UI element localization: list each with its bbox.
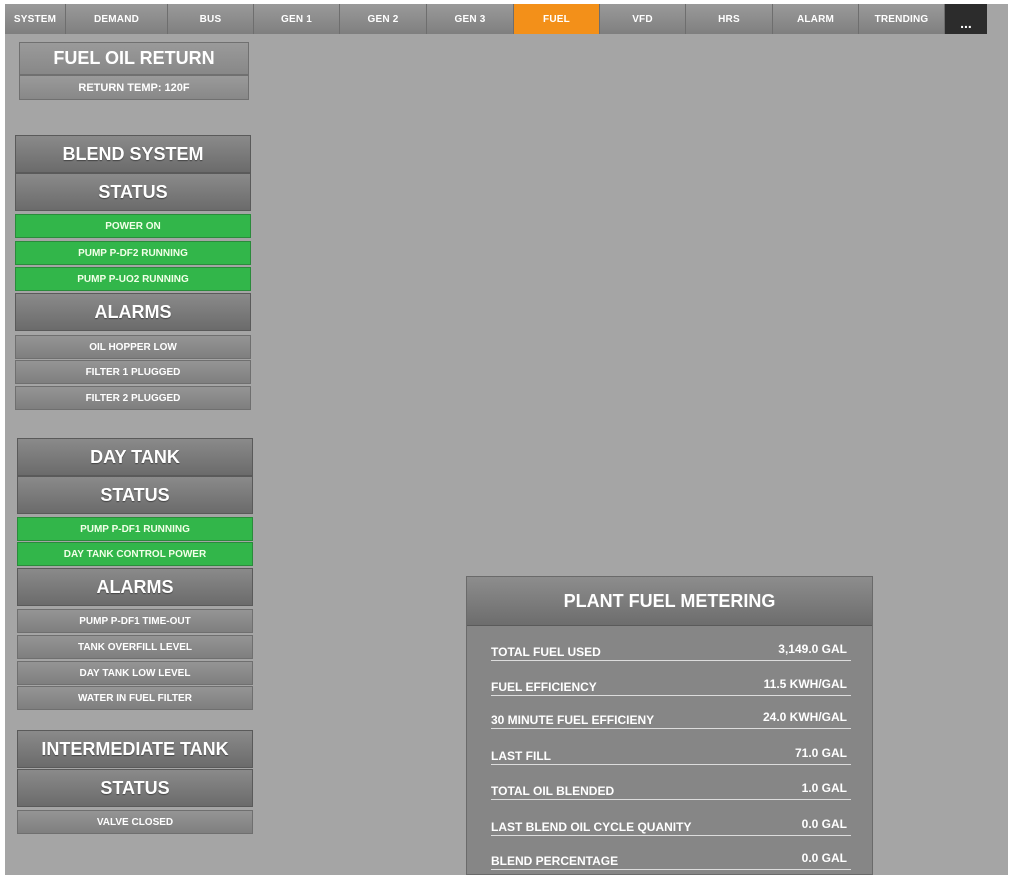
meter-label: TOTAL FUEL USED	[491, 645, 601, 659]
meter-label: TOTAL OIL BLENDED	[491, 784, 615, 798]
meter-row-30-minute-fuel-efficiency: 30 MINUTE FUEL EFFICIENY 24.0 KWH/GAL	[491, 708, 851, 729]
alarm-oil-hopper-low: OIL HOPPER LOW	[15, 335, 251, 359]
tab-gen-1[interactable]: GEN 1	[254, 4, 340, 34]
intermediate-tank-header: INTERMEDIATE TANK	[17, 730, 253, 768]
tab-bus[interactable]: BUS	[168, 4, 254, 34]
meter-value: 1.0 GAL	[801, 781, 847, 795]
tab-fuel[interactable]: FUEL	[514, 4, 600, 34]
more-menu-button[interactable]: ...	[945, 4, 987, 34]
meter-label: LAST BLEND OIL CYCLE QUANITY	[491, 820, 692, 834]
tab-alarm[interactable]: ALARM	[773, 4, 859, 34]
status-power-on: POWER ON	[15, 214, 251, 238]
alarm-filter-1-plugged: FILTER 1 PLUGGED	[15, 360, 251, 384]
status-day-tank-control-power: DAY TANK CONTROL POWER	[17, 542, 253, 566]
status-pump-p-uo2: PUMP P-UO2 RUNNING	[15, 267, 251, 291]
fuel-oil-return-title: FUEL OIL RETURN	[19, 42, 249, 75]
meter-row-total-oil-blended: TOTAL OIL BLENDED 1.0 GAL	[491, 779, 851, 800]
meter-value: 11.5 KWH/GAL	[763, 677, 847, 691]
meter-value: 24.0 KWH/GAL	[762, 710, 847, 724]
blend-status-header: STATUS	[15, 173, 251, 211]
alarm-pump-p-df1-timeout: PUMP P-DF1 TIME-OUT	[17, 609, 253, 633]
top-nav: SYSTEM DEMAND BUS GEN 1 GEN 2 GEN 3 FUEL…	[5, 4, 1008, 34]
day-tank-status-header: STATUS	[17, 476, 253, 514]
tab-demand[interactable]: DEMAND	[66, 4, 168, 34]
meter-row-last-blend-oil-cycle: LAST BLEND OIL CYCLE QUANITY 0.0 GAL	[491, 815, 851, 836]
meter-row-total-fuel-used: TOTAL FUEL USED 3,149.0 GAL	[491, 640, 851, 661]
blend-system-header: BLEND SYSTEM	[15, 135, 251, 173]
status-pump-p-df2: PUMP P-DF2 RUNNING	[15, 241, 251, 265]
intermediate-tank-status-header: STATUS	[17, 769, 253, 807]
meter-label: 30 MINUTE FUEL EFFICIENY	[491, 713, 655, 727]
alarm-filter-2-plugged: FILTER 2 PLUGGED	[15, 386, 251, 410]
tab-trending[interactable]: TRENDING	[859, 4, 945, 34]
meter-value: 0.0 GAL	[801, 817, 847, 831]
plant-fuel-metering-panel: PLANT FUEL METERING TOTAL FUEL USED 3,14…	[466, 576, 873, 875]
tab-system[interactable]: SYSTEM	[5, 4, 66, 34]
meter-value: 0.0 GAL	[801, 851, 847, 865]
meter-row-last-fill: LAST FILL 71.0 GAL	[491, 744, 851, 765]
return-temp-readout: RETURN TEMP: 120F	[19, 75, 249, 100]
status-pump-p-df1: PUMP P-DF1 RUNNING	[17, 517, 253, 541]
day-tank-alarms-header: ALARMS	[17, 568, 253, 606]
plant-fuel-metering-title: PLANT FUEL METERING	[467, 577, 872, 626]
meter-row-fuel-efficiency: FUEL EFFICIENCY 11.5 KWH/GAL	[491, 675, 851, 696]
day-tank-header: DAY TANK	[17, 438, 253, 476]
alarm-tank-overfill-level: TANK OVERFILL LEVEL	[17, 635, 253, 659]
meter-label: LAST FILL	[491, 749, 551, 763]
tab-gen-2[interactable]: GEN 2	[340, 4, 427, 34]
alarm-day-tank-low-level: DAY TANK LOW LEVEL	[17, 661, 253, 685]
meter-value: 3,149.0 GAL	[778, 642, 847, 656]
meter-value: 71.0 GAL	[794, 746, 847, 760]
blend-alarms-header: ALARMS	[15, 293, 251, 331]
meter-label: BLEND PERCENTAGE	[491, 854, 619, 868]
tab-vfd[interactable]: VFD	[600, 4, 686, 34]
alarm-water-in-fuel-filter: WATER IN FUEL FILTER	[17, 686, 253, 710]
tab-gen-3[interactable]: GEN 3	[427, 4, 514, 34]
meter-label: FUEL EFFICIENCY	[491, 680, 597, 694]
hmi-screen: SYSTEM DEMAND BUS GEN 1 GEN 2 GEN 3 FUEL…	[5, 4, 1008, 875]
status-valve-closed: VALVE CLOSED	[17, 810, 253, 834]
meter-row-blend-percentage: BLEND PERCENTAGE 0.0 GAL	[491, 849, 851, 870]
tab-hrs[interactable]: HRS	[686, 4, 773, 34]
